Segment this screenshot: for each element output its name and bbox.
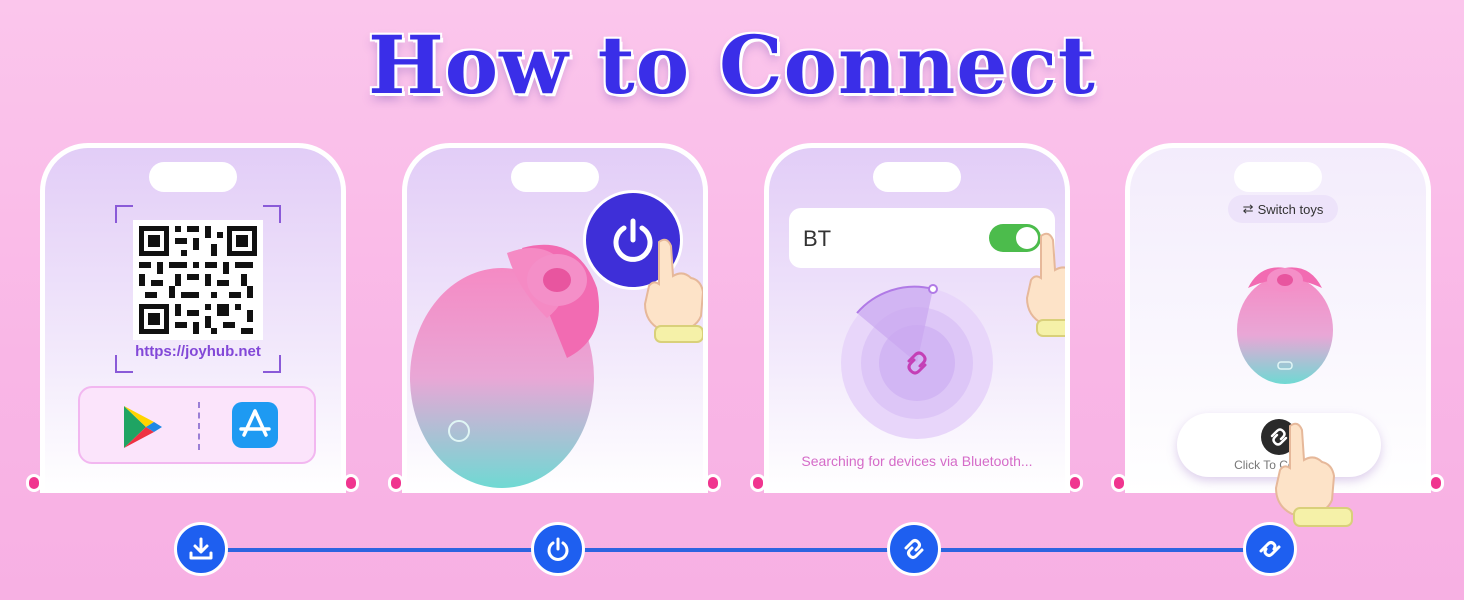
power-icon (547, 537, 569, 561)
rose-toy-image (1237, 267, 1333, 384)
phone-step-download: https://joyhub.net (40, 143, 346, 493)
switch-toys-button[interactable]: ⇄ Switch toys (1228, 195, 1338, 223)
phone-tab-right (1428, 474, 1444, 492)
phone-notch (873, 162, 961, 192)
phone-notch (511, 162, 599, 192)
phone-tab-left (1111, 474, 1127, 492)
link-icon (904, 539, 924, 559)
bluetooth-setting-row: BT (789, 208, 1055, 268)
step-4-connect (1243, 522, 1297, 576)
store-buttons (78, 386, 316, 464)
qr-url-label: https://joyhub.net (135, 343, 261, 360)
phone-tab-left (26, 474, 42, 492)
phone-notch (1234, 162, 1322, 192)
qr-code[interactable] (133, 220, 263, 340)
phone-tab-left (750, 474, 766, 492)
app-store-icon[interactable] (232, 402, 278, 448)
pointing-hand-icon (1274, 422, 1353, 527)
bluetooth-scan-radar (841, 284, 993, 439)
swap-icon: ⇄ (1242, 201, 1254, 216)
download-icon (189, 537, 213, 560)
google-play-icon[interactable] (120, 404, 164, 450)
bluetooth-label: BT (803, 226, 832, 251)
phone-notch (149, 162, 237, 192)
switch-toys-label: Switch toys (1257, 201, 1324, 217)
searching-status-text: Searching for devices via Bluetooth... (801, 453, 1033, 469)
step-3-bluetooth (887, 522, 941, 576)
store-divider (198, 402, 200, 450)
phone-step-bluetooth: BT Searching for devices via Bluetooth..… (764, 143, 1070, 493)
phone-tab-right (343, 474, 359, 492)
phone-step-power (402, 143, 708, 493)
qr-code-frame[interactable]: https://joyhub.net (115, 205, 281, 373)
pointing-hand-icon (643, 238, 703, 343)
phone-tab-right (705, 474, 721, 492)
step-2-power (531, 522, 585, 576)
link-icon (1259, 541, 1281, 557)
phone-tab-left (388, 474, 404, 492)
phone-tab-right (1067, 474, 1083, 492)
pointing-hand-icon (1025, 232, 1065, 337)
page-title: How to Connect (368, 18, 1096, 112)
step-timeline-line (200, 548, 1272, 552)
step-1-download (174, 522, 228, 576)
